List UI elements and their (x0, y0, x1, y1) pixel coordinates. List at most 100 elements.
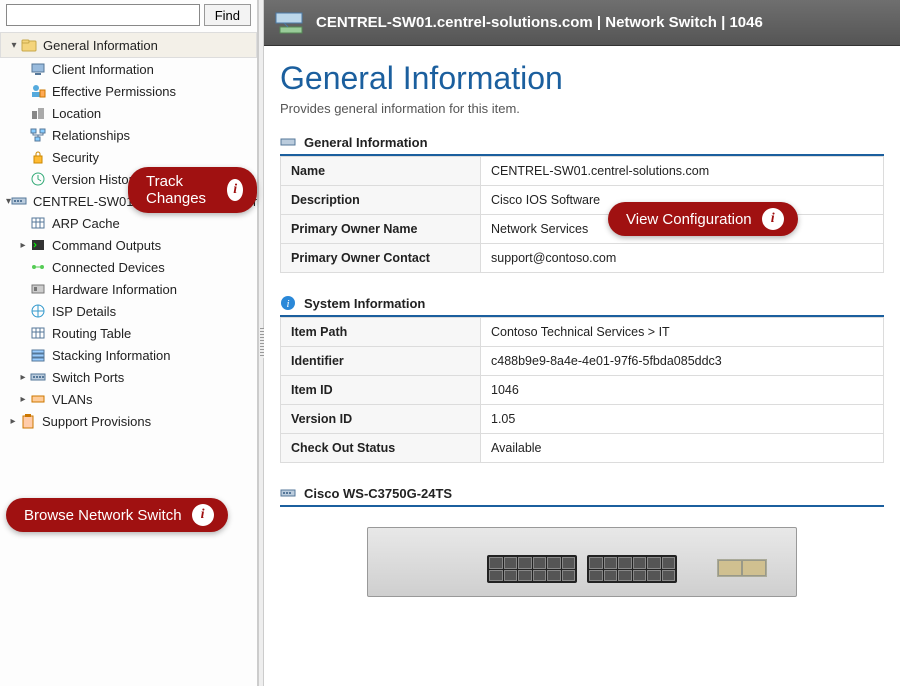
tree-label: Effective Permissions (52, 84, 176, 99)
tree-item-vlans[interactable]: ▸VLANs (0, 388, 257, 410)
page-subtitle: Provides general information for this it… (280, 101, 884, 116)
callout-track-changes[interactable]: Track Changes i (128, 167, 257, 213)
table-row: Primary Owner Contactsupport@contoso.com (281, 244, 884, 273)
section-title: System Information (304, 296, 425, 311)
vlan-icon (30, 391, 46, 407)
tree-item-arp[interactable]: ARP Cache (0, 212, 257, 234)
caret-down-icon: ▾ (7, 40, 21, 51)
tree-label: Stacking Information (52, 348, 171, 363)
info-icon: i (762, 208, 784, 230)
info-icon: i (192, 504, 214, 526)
cell-val: Available (481, 434, 884, 463)
cell-key: Name (281, 157, 481, 186)
section-system: i System Information Item PathContoso Te… (280, 295, 884, 463)
tree-item-switch-ports[interactable]: ▸ Switch Ports (0, 366, 257, 388)
callout-label: Browse Network Switch (24, 507, 182, 524)
history-icon (30, 171, 46, 187)
cell-val: c488b9e9-8a4e-4e01-97f6-5fbda085ddc3 (481, 347, 884, 376)
sidebar: Find ▾ General Information Client Inform… (0, 0, 258, 686)
tree-label: ARP Cache (52, 216, 120, 231)
hardware-icon (30, 281, 46, 297)
tree-label: Support Provisions (42, 414, 151, 429)
tree-item-routing[interactable]: Routing Table (0, 322, 257, 344)
switch-icon (280, 485, 296, 501)
callout-browse-switch[interactable]: Browse Network Switch i (6, 498, 228, 532)
permissions-icon (30, 83, 46, 99)
callout-label: View Configuration (626, 211, 752, 228)
tree-item-stacking[interactable]: Stacking Information (0, 344, 257, 366)
stacking-icon (30, 347, 46, 363)
table-system: Item PathContoso Technical Services > IT… (280, 317, 884, 463)
tree-item-hardware[interactable]: Hardware Information (0, 278, 257, 300)
cell-val: support@contoso.com (481, 244, 884, 273)
tree-label: VLANs (52, 392, 92, 407)
tree-item-location[interactable]: Location (0, 102, 257, 124)
lock-icon (30, 149, 46, 165)
tree-label: General Information (43, 38, 158, 53)
tree-item-command-outputs[interactable]: ▸Command Outputs (0, 234, 257, 256)
tree-label: Switch Ports (52, 370, 124, 385)
location-icon (30, 105, 46, 121)
cell-key: Check Out Status (281, 434, 481, 463)
cell-key: Version ID (281, 405, 481, 434)
callout-view-config[interactable]: View Configuration i (608, 202, 798, 236)
tree-support[interactable]: ▸ Support Provisions (0, 410, 257, 432)
section-title: Cisco WS-C3750G-24TS (304, 486, 452, 501)
tree-label: Client Information (52, 62, 154, 77)
page-title: General Information (280, 60, 884, 97)
info-icon: i (227, 179, 243, 201)
tree-label: Relationships (52, 128, 130, 143)
table-row: Version ID1.05 (281, 405, 884, 434)
terminal-icon (30, 237, 46, 253)
caret-right-icon: ▸ (16, 372, 30, 383)
svg-text:i: i (286, 298, 289, 310)
tree-label: Hardware Information (52, 282, 177, 297)
search-input[interactable] (6, 4, 200, 26)
titlebar-text: CENTREL-SW01.centrel-solutions.com | Net… (316, 14, 763, 31)
tree-label: Location (52, 106, 101, 121)
cell-val: Contoso Technical Services > IT (481, 318, 884, 347)
support-icon (20, 413, 36, 429)
main: CENTREL-SW01.centrel-solutions.com | Net… (264, 0, 900, 686)
tree-label: Routing Table (52, 326, 131, 341)
cell-val: 1.05 (481, 405, 884, 434)
cell-key: Item ID (281, 376, 481, 405)
switch-icon (11, 193, 27, 209)
tree-label: Version History (52, 172, 139, 187)
ports-icon (30, 369, 46, 385)
table-row: NameCENTREL-SW01.centrel-solutions.com (281, 157, 884, 186)
folder-icon (21, 37, 37, 53)
table-row: Check Out StatusAvailable (281, 434, 884, 463)
tree-item-client-info[interactable]: Client Information (0, 58, 257, 80)
info-icon: i (280, 295, 296, 311)
cell-key: Primary Owner Name (281, 215, 481, 244)
tree-item-security[interactable]: Security (0, 146, 257, 168)
tree-label: Security (52, 150, 99, 165)
tree-item-permissions[interactable]: Effective Permissions (0, 80, 257, 102)
section-title: General Information (304, 135, 428, 150)
cell-val: 1046 (481, 376, 884, 405)
tree-label: ISP Details (52, 304, 116, 319)
connected-icon (30, 259, 46, 275)
tree-root-general[interactable]: ▾ General Information (0, 32, 257, 58)
table-row: Item ID1046 (281, 376, 884, 405)
cell-key: Primary Owner Contact (281, 244, 481, 273)
content: General Information Provides general inf… (264, 46, 900, 639)
cell-key: Item Path (281, 318, 481, 347)
tree-item-isp[interactable]: ISP Details (0, 300, 257, 322)
isp-icon (30, 303, 46, 319)
switch-large-icon (274, 7, 306, 39)
nav-tree: ▾ General Information Client Information… (0, 30, 257, 686)
section-device: Cisco WS-C3750G-24TS (280, 485, 884, 597)
find-button[interactable]: Find (204, 4, 251, 26)
titlebar: CENTREL-SW01.centrel-solutions.com | Net… (264, 0, 900, 46)
cell-val: CENTREL-SW01.centrel-solutions.com (481, 157, 884, 186)
tree-item-connected[interactable]: Connected Devices (0, 256, 257, 278)
cell-key: Description (281, 186, 481, 215)
tree-item-relationships[interactable]: Relationships (0, 124, 257, 146)
cell-key: Identifier (281, 347, 481, 376)
client-icon (30, 61, 46, 77)
caret-right-icon: ▸ (16, 240, 30, 251)
caret-right-icon: ▸ (6, 416, 20, 427)
table-icon (30, 325, 46, 341)
